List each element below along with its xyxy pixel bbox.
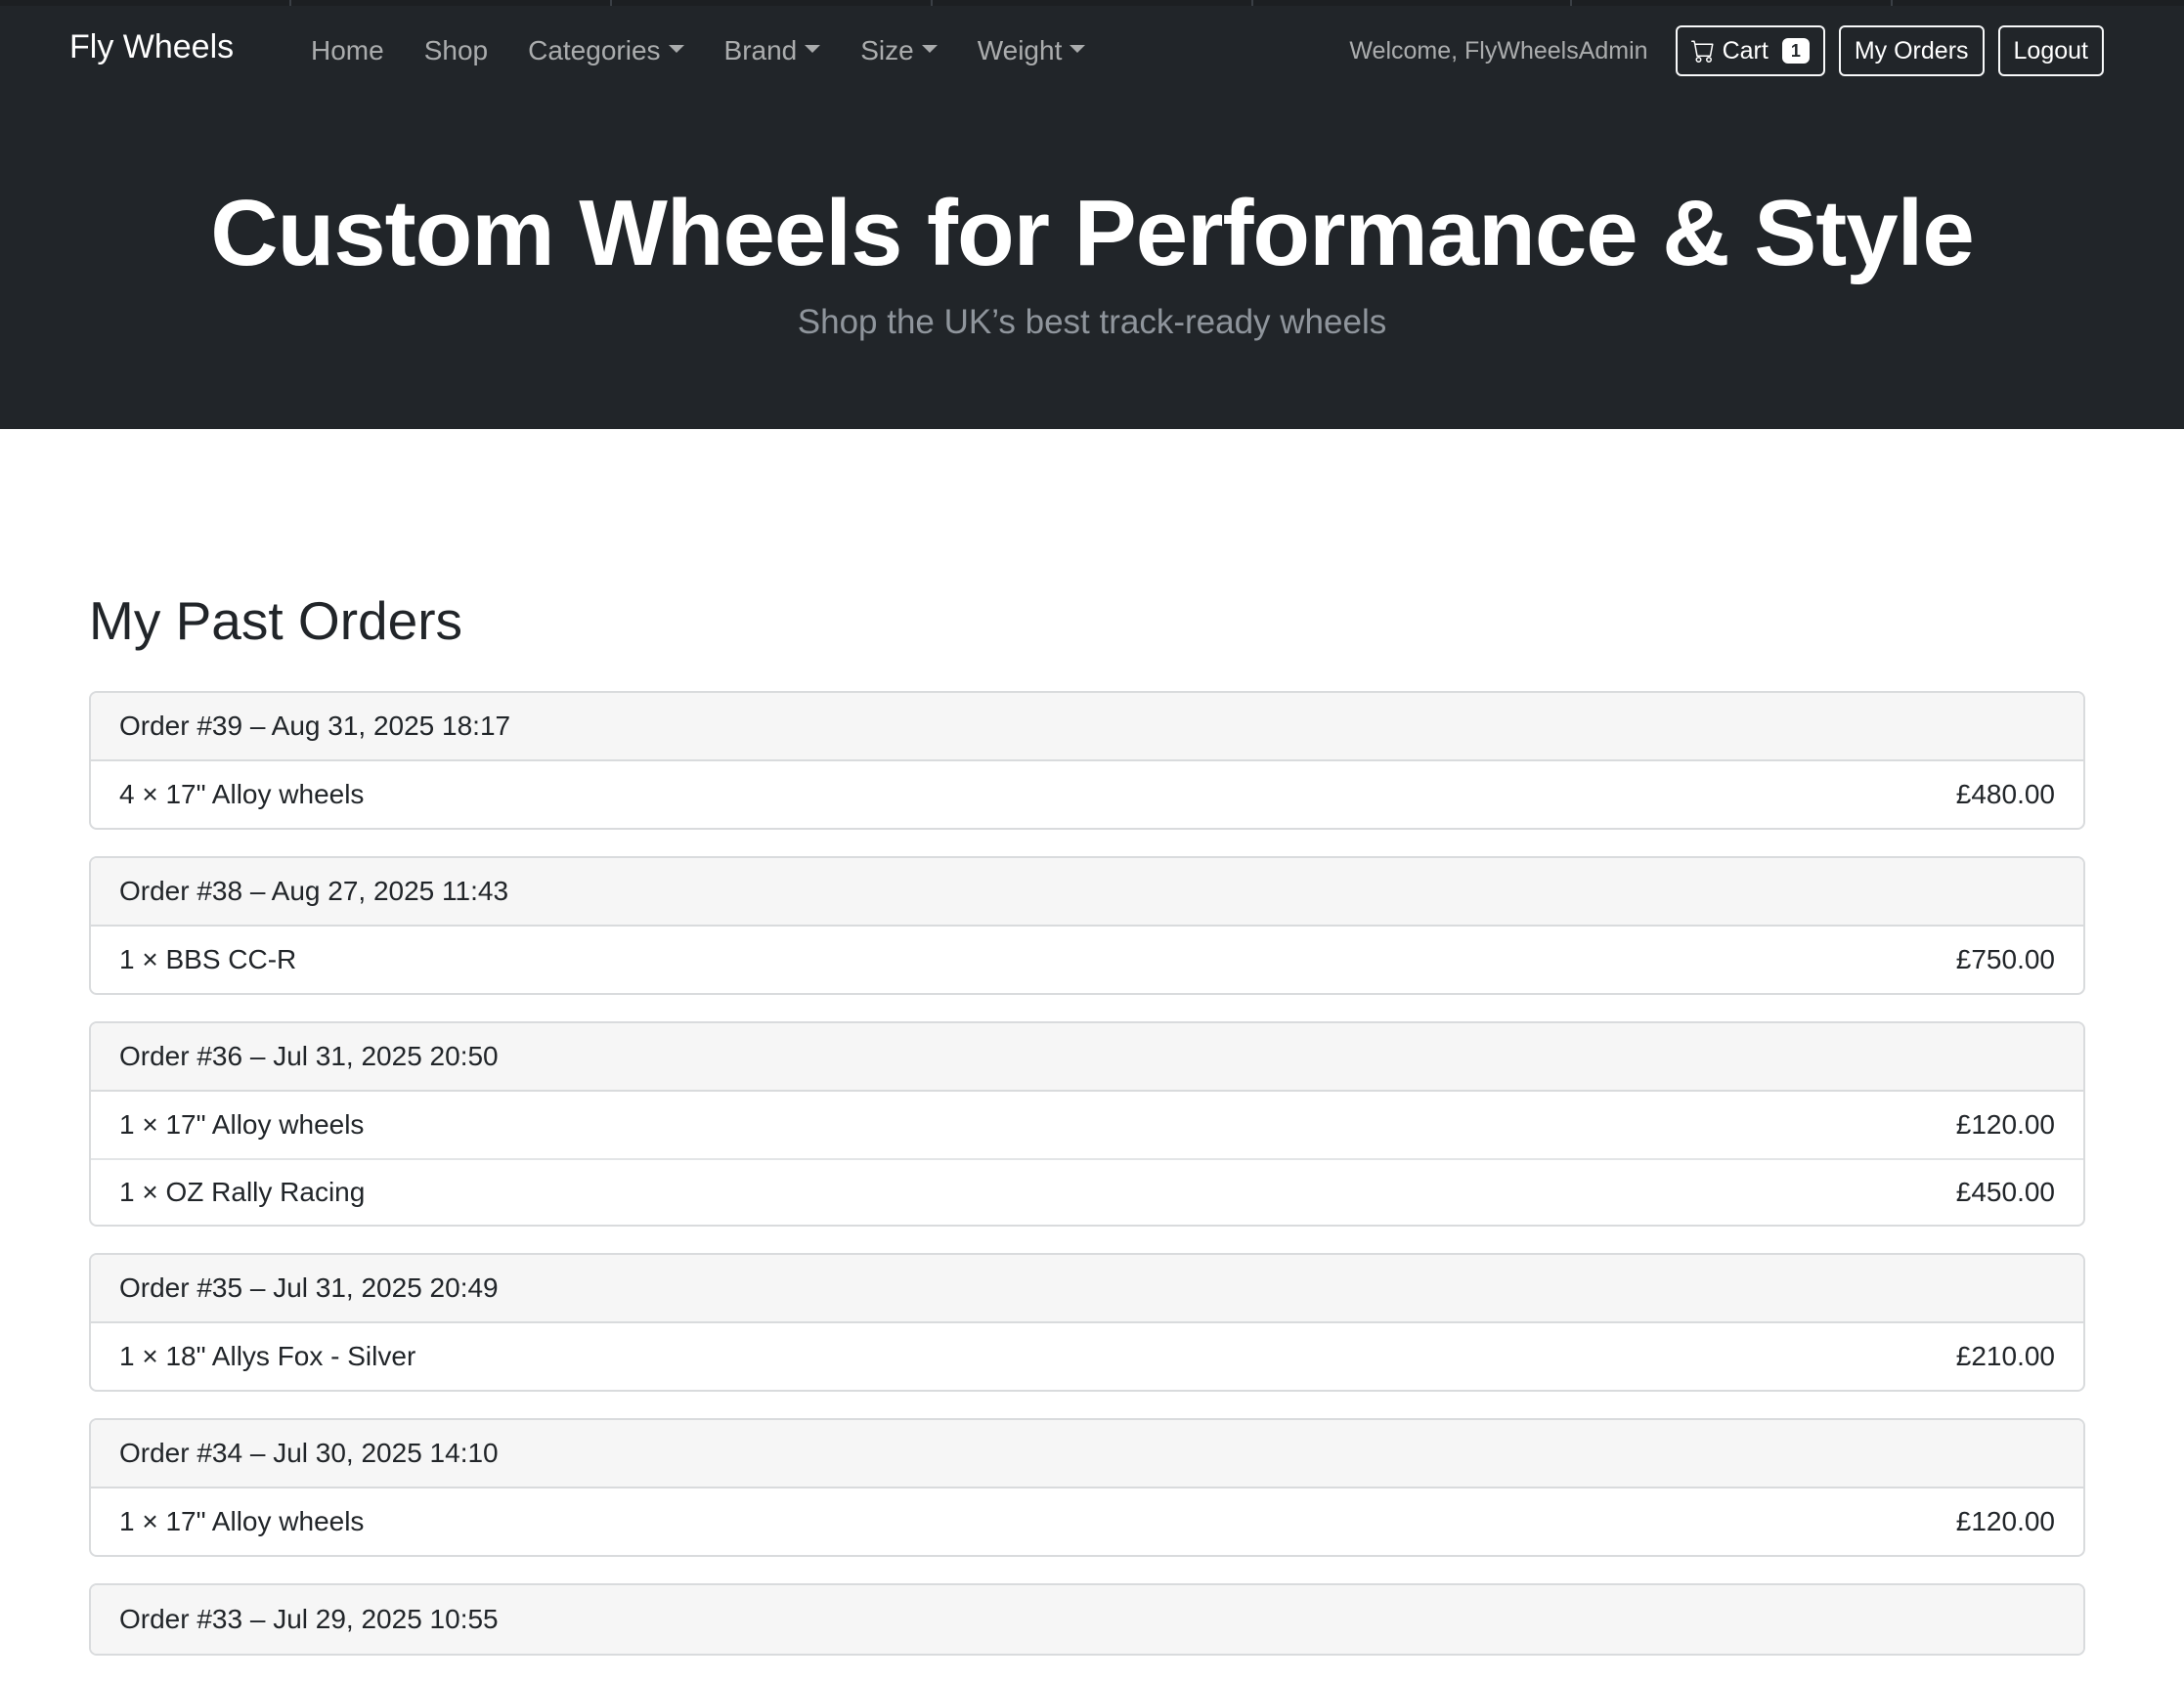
nav-dropdown-weight[interactable]: Weight: [978, 31, 1086, 70]
my-orders-label: My Orders: [1854, 36, 1969, 65]
order-item-description: 1 × 17" Alloy wheels: [119, 1506, 365, 1536]
order-items: 1 × 18" Allys Fox - Silver £210.00: [91, 1323, 2083, 1390]
order-items: 1 × 17" Alloy wheels £120.00: [91, 1488, 2083, 1555]
order-item-description: 1 × BBS CC-R: [119, 944, 297, 974]
order-item-row: 1 × 17" Alloy wheels £120.00: [91, 1488, 2083, 1555]
order-card: Order #36 – Jul 31, 2025 20:50 1 × 17" Al…: [89, 1021, 2085, 1227]
nav-link-label: Home: [311, 35, 384, 65]
page-title: My Past Orders: [89, 590, 463, 651]
order-header: Order #39 – Aug 31, 2025 18:17: [91, 693, 2083, 761]
order-items: 4 × 17" Alloy wheels £480.00: [91, 761, 2083, 828]
order-card: Order #34 – Jul 30, 2025 14:10 1 × 17" Al…: [89, 1418, 2085, 1557]
nav-link-label: Brand: [723, 35, 798, 65]
nav-link-label: Weight: [977, 35, 1063, 65]
my-orders-button[interactable]: My Orders: [1838, 25, 1985, 76]
caret-down-icon: [1070, 45, 1086, 53]
order-item-price: £450.00: [1955, 1177, 2055, 1207]
hero-banner: Custom Wheels for Performance & Style Sh…: [0, 100, 2184, 429]
cart-count-badge: 1: [1781, 38, 1810, 64]
order-items: 1 × BBS CC-R £750.00: [91, 927, 2083, 993]
brand-logo-link[interactable]: Fly Wheels: [69, 27, 234, 66]
order-item-row: 1 × 17" Alloy wheels £120.00: [91, 1092, 2083, 1158]
nav-link-home[interactable]: Home: [311, 31, 384, 70]
navbar: Fly Wheels Home Shop Categories Brand Si…: [0, 6, 2184, 100]
nav-dropdown-categories[interactable]: Categories: [528, 31, 684, 70]
order-header: Order #35 – Jul 31, 2025 20:49: [91, 1255, 2083, 1323]
order-item-price: £750.00: [1955, 944, 2055, 974]
orders-list: Order #39 – Aug 31, 2025 18:17 4 × 17" Al…: [89, 691, 2085, 1656]
caret-down-icon: [668, 45, 684, 53]
order-card: Order #39 – Aug 31, 2025 18:17 4 × 17" Al…: [89, 691, 2085, 830]
order-item-description: 1 × 17" Alloy wheels: [119, 1109, 365, 1140]
order-card: Order #35 – Jul 31, 2025 20:49 1 × 18" Al…: [89, 1253, 2085, 1392]
order-item-row: 1 × BBS CC-R £750.00: [91, 927, 2083, 993]
order-item-row: 1 × OZ Rally Racing £450.00: [91, 1158, 2083, 1225]
order-item-row: 4 × 17" Alloy wheels £480.00: [91, 761, 2083, 828]
order-header: Order #34 – Jul 30, 2025 14:10: [91, 1420, 2083, 1488]
order-item-description: 1 × 18" Allys Fox - Silver: [119, 1341, 416, 1371]
cart-button[interactable]: Cart 1: [1675, 25, 1825, 76]
order-header: Order #36 – Jul 31, 2025 20:50: [91, 1023, 2083, 1092]
order-item-description: 4 × 17" Alloy wheels: [119, 779, 365, 809]
order-item-row: 1 × 18" Allys Fox - Silver £210.00: [91, 1323, 2083, 1390]
nav-link-shop[interactable]: Shop: [424, 31, 488, 70]
hero-subtitle: Shop the UK’s best track-ready wheels: [797, 303, 1387, 341]
welcome-text: Welcome, FlyWheelsAdmin: [1349, 36, 1648, 65]
nav-dropdown-brand[interactable]: Brand: [724, 31, 821, 70]
main-content: My Past Orders Order #39 – Aug 31, 2025 …: [89, 586, 2085, 1682]
order-header: Order #38 – Aug 27, 2025 11:43: [91, 858, 2083, 927]
order-card: Order #33 – Jul 29, 2025 10:55: [89, 1583, 2085, 1656]
nav-link-label: Categories: [528, 35, 661, 65]
nav-link-label: Shop: [423, 35, 489, 65]
order-item-price: £120.00: [1955, 1109, 2055, 1140]
nav-link-label: Size: [860, 35, 914, 65]
order-item-price: £210.00: [1955, 1341, 2055, 1371]
order-items: 1 × 17" Alloy wheels £120.00 1 × OZ Rally …: [91, 1092, 2083, 1225]
caret-down-icon: [805, 45, 821, 53]
order-card: Order #38 – Aug 27, 2025 11:43 1 × BBS CC…: [89, 856, 2085, 995]
caret-down-icon: [921, 45, 938, 53]
nav-links: Home Shop Categories Brand Size Weight: [311, 31, 1125, 70]
logout-button[interactable]: Logout: [1997, 25, 2104, 76]
hero-title: Custom Wheels for Performance & Style: [210, 181, 1974, 285]
order-item-price: £480.00: [1955, 779, 2055, 809]
cart-label: Cart: [1722, 36, 1769, 65]
order-item-price: £120.00: [1955, 1506, 2055, 1536]
nav-right: Welcome, FlyWheelsAdmin Cart 1 My Orders…: [1349, 25, 2104, 76]
cart-icon: [1690, 39, 1715, 63]
nav-dropdown-size[interactable]: Size: [860, 31, 938, 70]
order-item-description: 1 × OZ Rally Racing: [119, 1177, 366, 1207]
logout-label: Logout: [2013, 36, 2088, 65]
order-header: Order #33 – Jul 29, 2025 10:55: [91, 1585, 2083, 1654]
